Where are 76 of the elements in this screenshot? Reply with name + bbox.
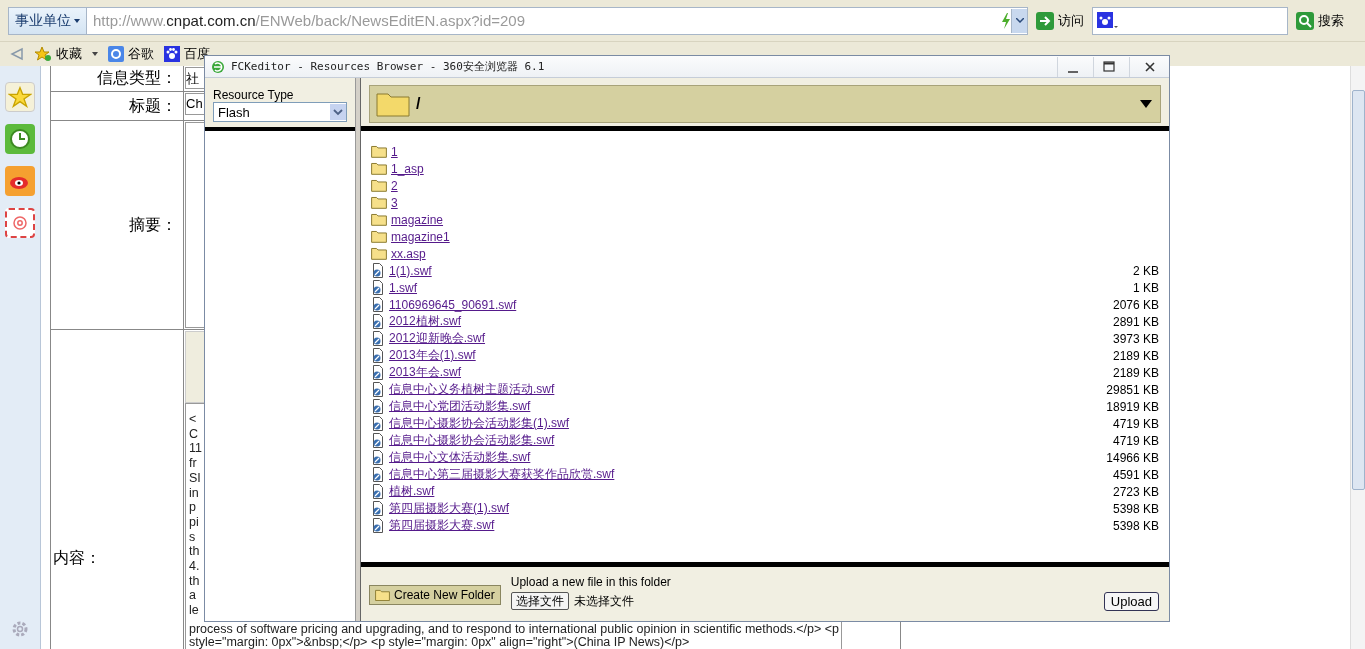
code-line: < — [189, 412, 197, 427]
file-size: 3973 KB — [1112, 331, 1159, 346]
file-link[interactable]: 信息中心摄影协会活动影集.swf — [389, 432, 1109, 449]
code-line: 4. — [189, 559, 200, 574]
code-line: fr — [189, 456, 197, 471]
folder-path: / — [416, 95, 422, 113]
file-size: 2723 KB — [1112, 484, 1159, 499]
field-label: 信息类型： — [97, 68, 177, 89]
file-link[interactable]: 信息中心摄影协会活动影集(1).swf — [389, 415, 1109, 432]
file-size: 4719 KB — [1112, 433, 1159, 448]
resource-type-select[interactable]: Flash — [213, 102, 347, 122]
folder-link[interactable]: xx.asp — [391, 246, 1159, 261]
code-line: SI — [189, 470, 201, 486]
create-folder-button[interactable]: Create New Folder — [369, 585, 501, 605]
file-size: 14966 KB — [1106, 450, 1159, 465]
code-line: a — [189, 588, 196, 604]
file-size: 18919 KB — [1106, 399, 1159, 414]
file-link[interactable]: 信息中心文体活动影集.swf — [389, 449, 1103, 466]
folder-link[interactable]: magazine — [391, 212, 1159, 227]
field-label: 摘要： — [129, 214, 177, 236]
code-line: 11 — [189, 441, 202, 457]
choose-file-button[interactable]: 选择文件 — [510, 592, 569, 610]
file-link[interactable]: 信息中心义务植树主题活动.swf — [389, 381, 1103, 398]
code-line: pi — [189, 514, 199, 530]
code-line: in — [189, 485, 199, 501]
file-size: 4591 KB — [1112, 467, 1159, 482]
bookmark-link[interactable]: 谷歌 — [108, 45, 154, 63]
file-link[interactable]: 2013年会.swf — [389, 364, 1109, 381]
file-size: 2076 KB — [1112, 297, 1159, 312]
file-size: 2891 KB — [1112, 314, 1159, 329]
zone-dropdown[interactable]: 事业单位 — [9, 7, 87, 34]
file-size: 29851 KB — [1106, 382, 1159, 397]
code-line: th — [189, 544, 200, 560]
search-button[interactable]: 搜索 — [1294, 11, 1346, 30]
file-link[interactable]: 1106969645_90691.swf — [389, 297, 1109, 312]
code-line: th — [189, 573, 200, 589]
field-label: 标题： — [129, 95, 177, 117]
address-bar[interactable]: 事业单位 http://www.cnpat.com.cn/ENWeb/back/NewsEditEN.aspx?id=209 — [8, 6, 1028, 35]
code-line: le — [189, 603, 199, 618]
folder-link[interactable]: 3 — [391, 195, 1159, 210]
file-link[interactable]: 第四届摄影大赛(1).swf — [389, 500, 1109, 517]
field-label: 内容： — [53, 548, 101, 569]
code-line: s — [189, 529, 196, 545]
file-size: 2189 KB — [1112, 348, 1159, 363]
file-size: 4719 KB — [1112, 416, 1159, 431]
window-title: FCKeditor - Resources Browser - 360安全浏览器 6.1 — [231, 59, 546, 74]
file-link[interactable]: 第四届摄影大赛.swf — [389, 517, 1109, 534]
resource-type-label: Resource Type — [213, 88, 295, 102]
go-button[interactable]: 访问 — [1034, 11, 1086, 30]
file-link[interactable]: 2013年会(1).swf — [389, 347, 1109, 364]
file-link[interactable]: 信息中心党团活动影集.swf — [389, 398, 1103, 415]
file-link[interactable]: 信息中心第三届摄影大赛获奖作品欣赏.swf — [389, 466, 1109, 483]
file-status: 未选择文件 — [573, 592, 634, 610]
file-link[interactable]: 1.swf — [389, 280, 1129, 295]
folder-link[interactable]: 2 — [391, 178, 1159, 193]
code-line: p — [189, 500, 196, 515]
folder-link[interactable]: magazine1 — [391, 229, 1159, 244]
file-size: 2189 KB — [1112, 365, 1159, 380]
folder-bar[interactable]: / — [369, 85, 1161, 123]
folder-link[interactable]: 1 — [391, 144, 1159, 159]
file-size: 1 KB — [1133, 280, 1159, 295]
url-text: http://www.cnpat.com.cn/ENWeb/back/NewsEditEN.aspx?id=209 — [92, 12, 527, 29]
code-line: style="margin: 0px">&nbsp;</p> <p style="margin: 0px" align="right">(China IP News)</p> — [189, 635, 690, 649]
file-link[interactable]: 1(1).swf — [389, 263, 1129, 278]
file-link[interactable]: 植树.swf — [389, 483, 1109, 500]
code-line: process of software pricing and upgrading, and to respond to international public opinion in scientific methods.</p> <p — [189, 622, 840, 636]
folder-link[interactable]: 1_asp — [391, 161, 1159, 176]
upload-hint: Upload a new file in this folder — [510, 575, 672, 589]
bookmark-link[interactable]: 收藏 — [34, 45, 98, 63]
file-link[interactable]: 2012植树.swf — [389, 313, 1109, 330]
file-size: 2 KB — [1133, 263, 1159, 278]
upload-button[interactable]: Upload — [1103, 592, 1159, 611]
file-size: 5398 KB — [1112, 518, 1159, 533]
file-link[interactable]: 2012迎新晚会.swf — [389, 330, 1109, 347]
file-size: 5398 KB — [1112, 501, 1159, 516]
code-line: C — [189, 426, 199, 442]
